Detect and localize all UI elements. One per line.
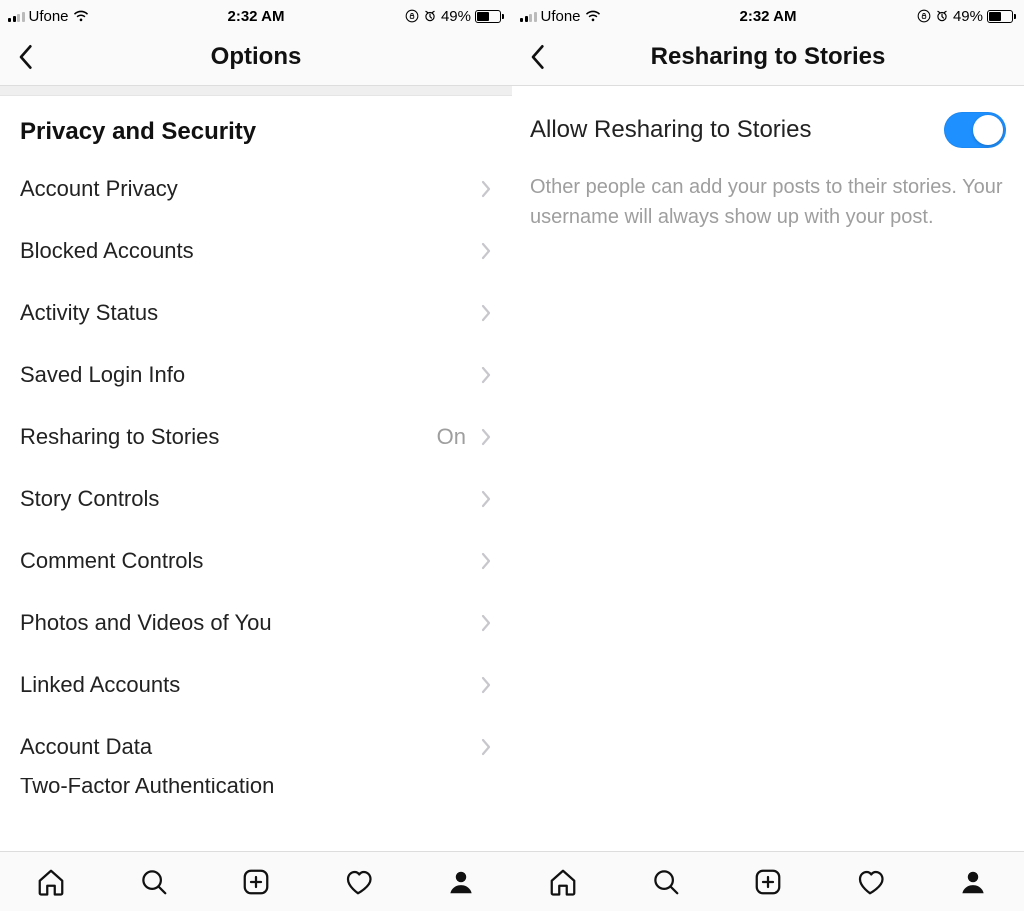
back-button[interactable] xyxy=(0,28,50,85)
row-label: Account Privacy xyxy=(20,176,480,202)
home-icon xyxy=(548,867,578,897)
tab-home[interactable] xyxy=(33,864,69,900)
row-label: Two-Factor Authentication xyxy=(20,778,492,799)
search-icon xyxy=(651,867,681,897)
row-comment-controls[interactable]: Comment Controls xyxy=(0,530,512,592)
row-label: Saved Login Info xyxy=(20,362,480,388)
back-button[interactable] xyxy=(512,28,562,85)
row-two-factor-auth[interactable]: Two-Factor Authentication xyxy=(0,778,512,808)
toggle-row-allow-resharing: Allow Resharing to Stories xyxy=(512,86,1024,166)
alarm-icon xyxy=(935,9,949,23)
page-title: Options xyxy=(0,43,512,71)
row-label: Account Data xyxy=(20,734,480,760)
tab-activity[interactable] xyxy=(340,864,376,900)
toggle-label: Allow Resharing to Stories xyxy=(530,116,944,144)
lock-rotation-icon xyxy=(917,9,931,23)
chevron-right-icon xyxy=(480,737,492,757)
row-label: Photos and Videos of You xyxy=(20,610,480,636)
clock: 2:32 AM xyxy=(685,8,850,25)
heart-icon xyxy=(343,867,373,897)
section-divider xyxy=(0,86,512,96)
heart-icon xyxy=(855,867,885,897)
add-post-icon xyxy=(753,867,783,897)
lock-rotation-icon xyxy=(405,9,419,23)
page-title: Resharing to Stories xyxy=(512,43,1024,71)
alarm-icon xyxy=(423,9,437,23)
tab-activity[interactable] xyxy=(852,864,888,900)
row-account-privacy[interactable]: Account Privacy xyxy=(0,158,512,220)
options-screen: Ufone 2:32 AM 49% Options Privacy and Se… xyxy=(0,0,512,911)
tab-bar xyxy=(0,851,512,911)
row-label: Story Controls xyxy=(20,486,480,512)
battery-percent: 49% xyxy=(441,8,471,25)
profile-icon xyxy=(958,867,988,897)
row-label: Activity Status xyxy=(20,300,480,326)
resharing-screen: Ufone 2:32 AM 49% Resharing to Stories A… xyxy=(512,0,1024,911)
row-story-controls[interactable]: Story Controls xyxy=(0,468,512,530)
chevron-right-icon xyxy=(480,613,492,633)
row-label: Blocked Accounts xyxy=(20,238,480,264)
status-bar: Ufone 2:32 AM 49% xyxy=(512,0,1024,28)
carrier-label: Ufone xyxy=(541,8,581,25)
chevron-right-icon xyxy=(480,303,492,323)
battery-icon xyxy=(475,10,504,23)
row-saved-login-info[interactable]: Saved Login Info xyxy=(0,344,512,406)
row-label: Comment Controls xyxy=(20,548,480,574)
signal-icon xyxy=(8,10,25,22)
tab-search[interactable] xyxy=(648,864,684,900)
options-content: Privacy and Security Account Privacy Blo… xyxy=(0,86,512,911)
battery-icon xyxy=(987,10,1016,23)
tab-home[interactable] xyxy=(545,864,581,900)
row-activity-status[interactable]: Activity Status xyxy=(0,282,512,344)
resharing-content: Allow Resharing to Stories Other people … xyxy=(512,86,1024,911)
toggle-allow-resharing[interactable] xyxy=(944,112,1006,148)
add-post-icon xyxy=(241,867,271,897)
battery-percent: 49% xyxy=(953,8,983,25)
nav-header: Resharing to Stories xyxy=(512,28,1024,86)
nav-header: Options xyxy=(0,28,512,86)
chevron-right-icon xyxy=(480,179,492,199)
chevron-right-icon xyxy=(480,241,492,261)
signal-icon xyxy=(520,10,537,22)
clock: 2:32 AM xyxy=(173,8,338,25)
section-header-privacy: Privacy and Security xyxy=(0,96,512,158)
row-value: On xyxy=(437,424,466,450)
row-linked-accounts[interactable]: Linked Accounts xyxy=(0,654,512,716)
chevron-right-icon xyxy=(480,489,492,509)
chevron-right-icon xyxy=(480,427,492,447)
chevron-right-icon xyxy=(480,675,492,695)
home-icon xyxy=(36,867,66,897)
tab-bar xyxy=(512,851,1024,911)
tab-search[interactable] xyxy=(136,864,172,900)
chevron-left-icon xyxy=(17,43,33,71)
chevron-left-icon xyxy=(529,43,545,71)
tab-add[interactable] xyxy=(750,864,786,900)
row-blocked-accounts[interactable]: Blocked Accounts xyxy=(0,220,512,282)
status-bar: Ufone 2:32 AM 49% xyxy=(0,0,512,28)
row-resharing-to-stories[interactable]: Resharing to Stories On xyxy=(0,406,512,468)
chevron-right-icon xyxy=(480,551,492,571)
carrier-label: Ufone xyxy=(29,8,69,25)
tab-add[interactable] xyxy=(238,864,274,900)
row-label: Resharing to Stories xyxy=(20,424,437,450)
wifi-icon xyxy=(585,10,601,22)
row-label: Linked Accounts xyxy=(20,672,480,698)
search-icon xyxy=(139,867,169,897)
row-photos-videos-of-you[interactable]: Photos and Videos of You xyxy=(0,592,512,654)
toggle-knob xyxy=(973,115,1003,145)
setting-description: Other people can add your posts to their… xyxy=(512,166,1024,252)
profile-icon xyxy=(446,867,476,897)
tab-profile[interactable] xyxy=(443,864,479,900)
chevron-right-icon xyxy=(480,365,492,385)
wifi-icon xyxy=(73,10,89,22)
tab-profile[interactable] xyxy=(955,864,991,900)
row-account-data[interactable]: Account Data xyxy=(0,716,512,778)
